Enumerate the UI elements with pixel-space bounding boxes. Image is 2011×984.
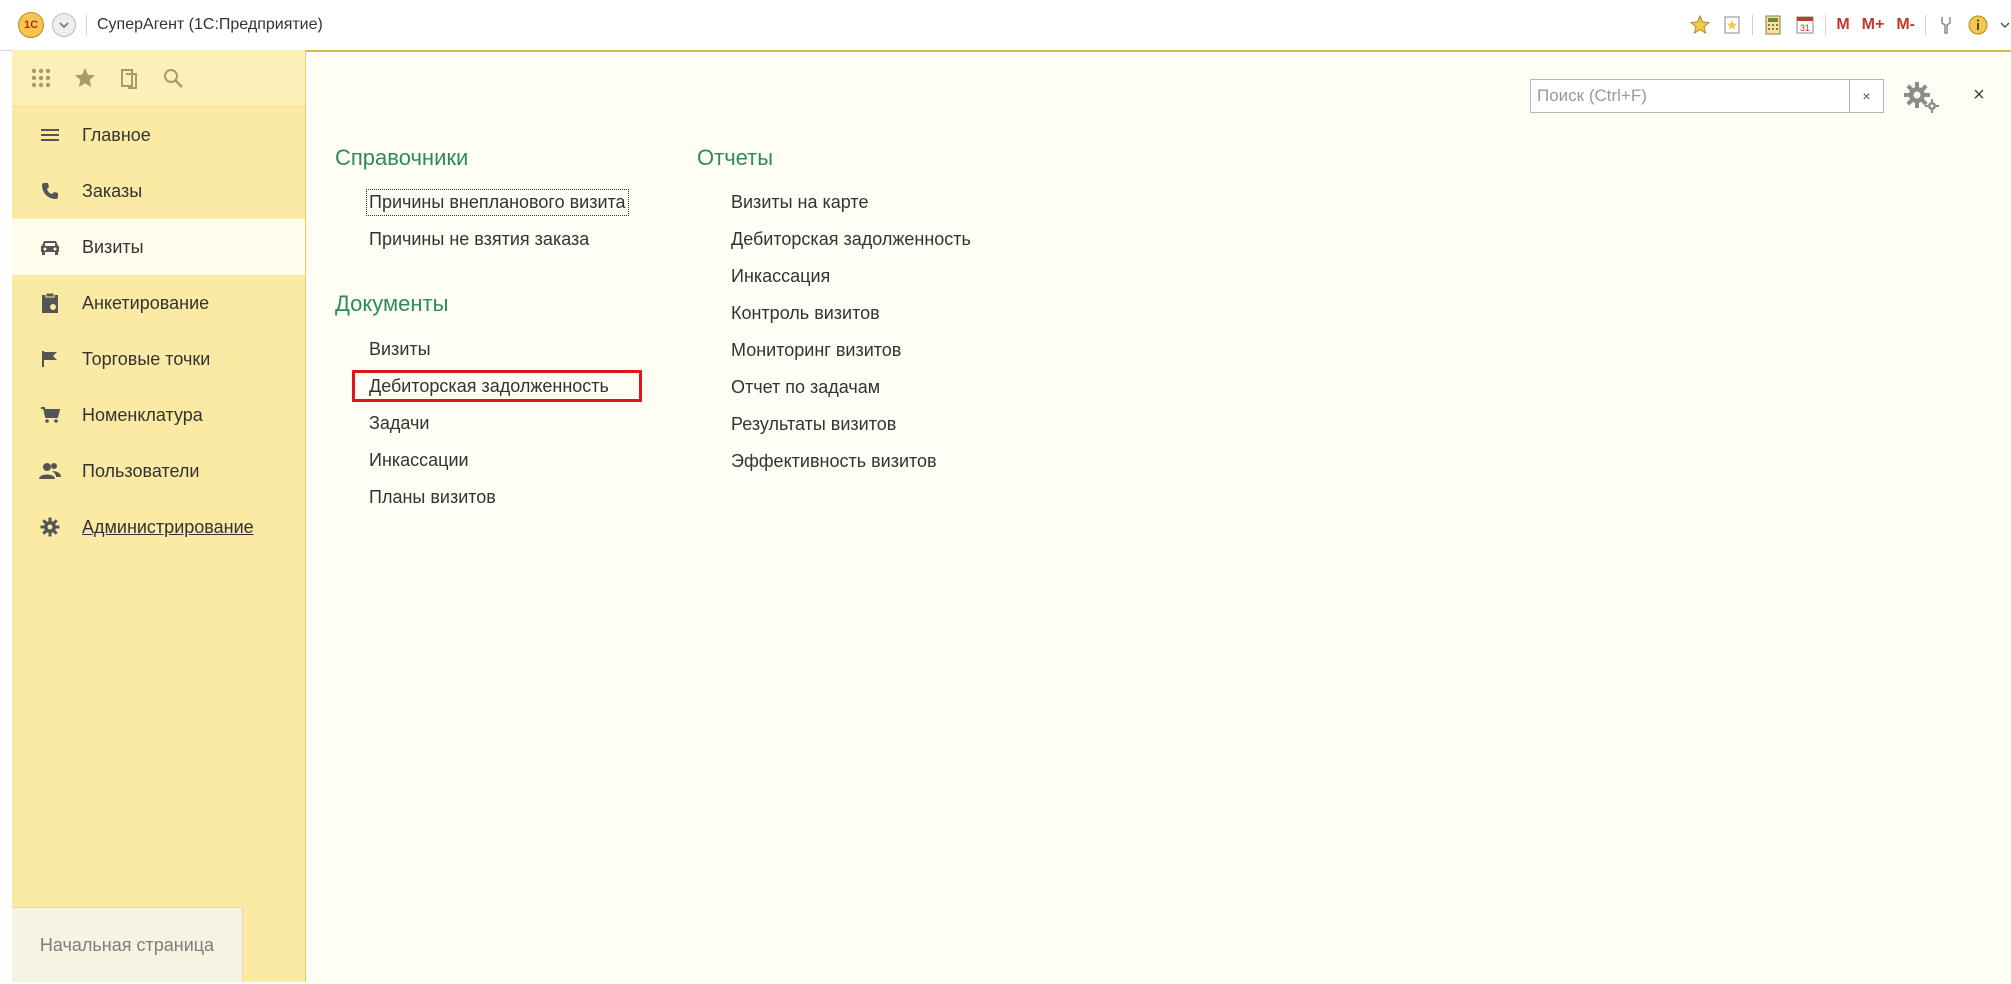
link-report-visit-monitoring[interactable]: Мониторинг визитов — [731, 340, 901, 361]
section-title-reports: Отчеты — [697, 145, 774, 170]
link-report-visit-efficiency[interactable]: Эффективность визитов — [731, 451, 937, 472]
app-logo-icon[interactable]: 1С — [18, 12, 44, 38]
link-report-collection[interactable]: Инкассация — [731, 266, 830, 287]
sidebar-item-label: Анкетирование — [82, 292, 210, 313]
link-document-visits[interactable]: Визиты — [369, 339, 431, 360]
search-clear-button[interactable]: × — [1850, 79, 1884, 113]
settings-gear-icon — [1904, 82, 1939, 113]
chevron-down-icon — [59, 22, 69, 29]
sidebar-item-users[interactable]: Пользователи — [12, 443, 305, 499]
search-input[interactable] — [1531, 80, 1833, 112]
car-icon — [36, 238, 64, 256]
window-title: СуперАгент (1С:Предприятие) — [97, 16, 323, 33]
title-bar: 1С СуперАгент (1С:Предприятие) 31 M M+ M… — [0, 0, 2011, 51]
sidebar-item-main[interactable]: Главное — [12, 107, 305, 163]
sidebar-item-label: Администрирование — [82, 516, 254, 537]
clipboard-icon — [36, 292, 64, 314]
sidebar-item-label: Номенклатура — [82, 404, 203, 425]
search-icon[interactable] — [158, 63, 188, 93]
link-document-tasks[interactable]: Задачи — [369, 413, 429, 434]
link-report-visit-control[interactable]: Контроль визитов — [731, 303, 880, 324]
main-content: × × Справочники Причины внепланового виз… — [306, 50, 2011, 984]
gear-icon — [36, 517, 64, 537]
cart-icon — [36, 406, 64, 424]
sidebar-item-nomenclature[interactable]: Номенклатура — [12, 387, 305, 443]
start-page-tab[interactable]: Начальная страница — [12, 907, 243, 982]
svg-text:31: 31 — [1800, 23, 1810, 33]
users-icon — [36, 462, 64, 480]
favorites-add-icon[interactable] — [1689, 14, 1711, 36]
link-report-tasks[interactable]: Отчет по задачам — [731, 377, 880, 398]
close-button[interactable]: × — [1964, 80, 1994, 110]
link-catalog-unplanned-reasons[interactable]: Причины внепланового визита — [366, 189, 629, 216]
sidebar-item-visits[interactable]: Визиты — [12, 219, 305, 275]
more-chevron-icon[interactable] — [1999, 14, 2011, 36]
memory-plus-button[interactable]: M+ — [1862, 16, 1885, 34]
apps-grid-icon[interactable] — [26, 63, 56, 93]
bookmark-icon[interactable] — [1721, 14, 1743, 36]
info-icon[interactable] — [1967, 14, 1989, 36]
sidebar-item-admin[interactable]: Администрирование — [12, 499, 305, 555]
link-catalog-no-order-reasons[interactable]: Причины не взятия заказа — [369, 229, 589, 250]
link-document-visit-plans[interactable]: Планы визитов — [369, 487, 496, 508]
close-icon: × — [1862, 88, 1871, 104]
history-icon[interactable] — [114, 63, 144, 93]
link-report-visits-map[interactable]: Визиты на карте — [731, 192, 868, 213]
section-title-documents: Документы — [335, 291, 449, 316]
sidebar-item-outlets[interactable]: Торговые точки — [12, 331, 305, 387]
sidebar-item-orders[interactable]: Заказы — [12, 163, 305, 219]
flag-icon — [36, 350, 64, 368]
sidebar-item-label: Заказы — [82, 180, 143, 201]
link-report-receivables[interactable]: Дебиторская задолженность — [731, 229, 971, 250]
memory-minus-button[interactable]: M- — [1896, 16, 1915, 34]
tools-icon[interactable] — [1935, 14, 1957, 36]
settings-button[interactable] — [1899, 77, 1943, 117]
calendar-icon[interactable]: 31 — [1794, 14, 1816, 36]
memory-m-button[interactable]: M — [1836, 16, 1849, 34]
sidebar-item-surveys[interactable]: Анкетирование — [12, 275, 305, 331]
close-icon: × — [1973, 83, 1985, 106]
calculator-icon[interactable] — [1762, 14, 1784, 36]
search-box — [1530, 79, 1850, 113]
phone-icon — [36, 181, 64, 201]
sidebar-item-label: Торговые точки — [82, 348, 211, 369]
link-report-visit-results[interactable]: Результаты визитов — [731, 414, 896, 435]
main-menu-button[interactable] — [52, 13, 76, 37]
section-title-catalogs: Справочники — [335, 145, 469, 170]
star-icon[interactable] — [70, 63, 100, 93]
link-document-receivables[interactable]: Дебиторская задолженность — [369, 376, 609, 397]
sidebar-toolbar — [12, 50, 305, 107]
sidebar-item-label: Визиты — [82, 236, 144, 257]
sidebar-item-label: Главное — [82, 124, 151, 145]
link-document-collections[interactable]: Инкассации — [369, 450, 469, 471]
sidebar-item-label: Пользователи — [82, 460, 200, 481]
sections-panel: Главное Заказы Визиты Анкетирование Торг… — [12, 50, 306, 982]
menu-lines-icon — [36, 128, 64, 142]
